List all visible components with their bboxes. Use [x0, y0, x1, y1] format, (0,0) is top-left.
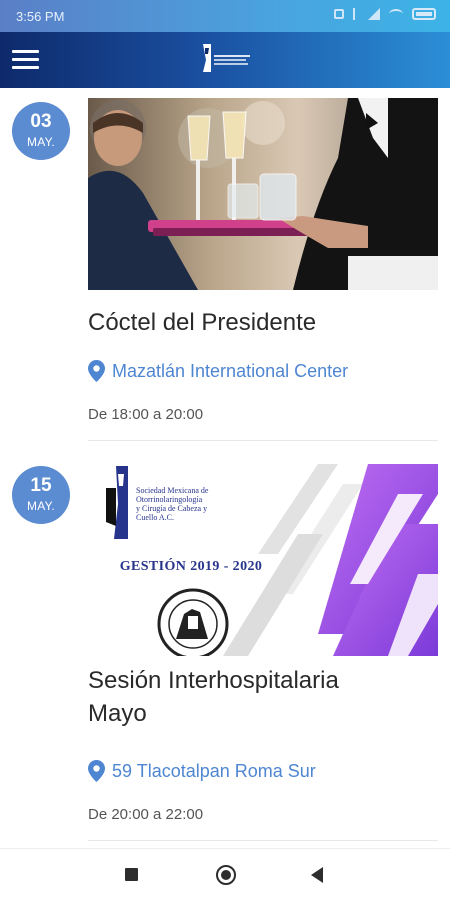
event-title[interactable]: Cóctel del Presidente [88, 306, 438, 339]
wifi-icon [389, 9, 403, 19]
event-list[interactable]: 03 MAY. Cóctel del Presidente Mazatlán I… [0, 88, 450, 848]
divider [88, 440, 438, 441]
organization-logo [203, 44, 250, 72]
system-nav-bar [0, 848, 450, 900]
event-location[interactable]: Mazatlán International Center [88, 360, 348, 382]
banner-org-line: Sociedad Mexicana de [136, 486, 209, 495]
event-title-line: Mayo [88, 700, 147, 727]
home-icon[interactable] [216, 865, 236, 885]
event-title-line: Sesión Interhospitalaria [88, 667, 339, 694]
bluetooth-icon [353, 8, 359, 20]
status-time: 3:56 PM [16, 9, 65, 24]
event-time: De 20:00 a 22:00 [88, 806, 204, 823]
date-month: MAY. [26, 499, 56, 513]
location-pin-icon [88, 360, 105, 382]
mute-icon [334, 9, 344, 19]
event-image[interactable] [88, 98, 438, 290]
banner-org-text: Sociedad Mexicana de Otorrinolaringologí… [136, 486, 286, 522]
date-month: MAY. [26, 135, 56, 149]
location-text: Mazatlán International Center [112, 360, 349, 381]
date-badge: 15 MAY. [12, 466, 70, 524]
back-icon[interactable] [311, 867, 323, 883]
date-badge: 03 MAY. [12, 102, 70, 160]
banner-gestion: GESTIÓN 2019 - 2020 [119, 559, 263, 574]
banner-org-line: Cuello A.C. [136, 513, 175, 522]
hamburger-menu-icon[interactable] [12, 46, 40, 74]
date-day: 15 [30, 475, 52, 496]
event-image[interactable]: Sociedad Mexicana de Otorrinolaringologí… [88, 464, 438, 656]
divider [88, 840, 438, 841]
banner-org-line: y Cirugía de Cabeza y [136, 504, 208, 513]
app-bar [0, 32, 450, 88]
event-title[interactable]: Sesión Interhospitalaria Mayo [88, 664, 438, 730]
status-bar: 3:56 PM [0, 0, 450, 32]
event-time: De 18:00 a 20:00 [88, 406, 204, 423]
banner-org-line: Otorrinolaringología [136, 495, 203, 504]
battery-icon [412, 8, 436, 20]
location-text: 59 Tlacotalpan Roma Sur [112, 760, 316, 781]
status-icons [334, 8, 436, 20]
event-location[interactable]: 59 Tlacotalpan Roma Sur [88, 760, 316, 782]
signal-icon [368, 8, 380, 20]
location-pin-icon [88, 760, 105, 782]
date-day: 03 [30, 111, 52, 132]
recent-apps-icon[interactable] [125, 868, 138, 881]
